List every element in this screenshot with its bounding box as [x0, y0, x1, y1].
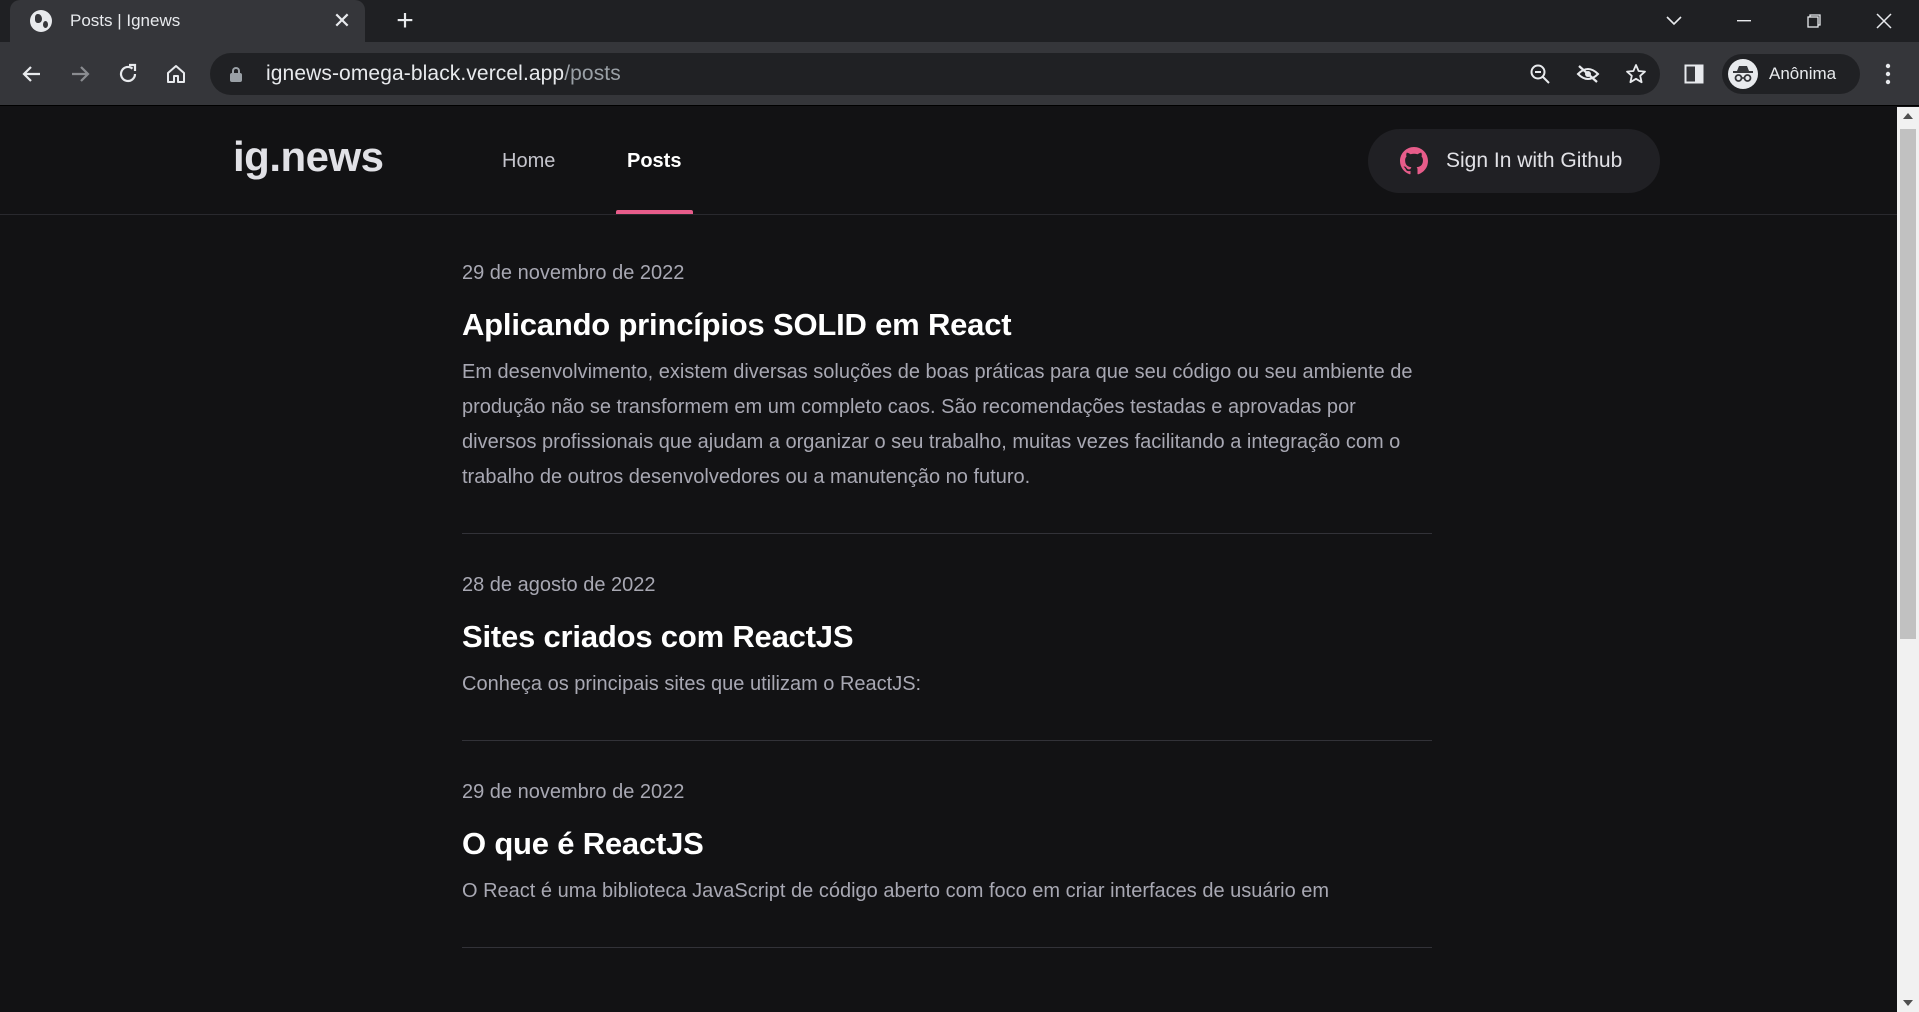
vertical-scrollbar[interactable] [1897, 107, 1919, 1012]
post-item[interactable]: 29 de novembro de 2022 Aplicando princíp… [462, 217, 1432, 534]
profile-label: Anônima [1769, 64, 1837, 83]
address-bar[interactable]: ignews-omega-black.vercel.app/posts [210, 53, 1660, 95]
post-item[interactable]: 29 de novembro de 2022 O que é ReactJS O… [462, 741, 1432, 948]
site-header: ig.news Home Posts Sign In with Github [0, 107, 1897, 215]
more-menu-icon[interactable] [1870, 56, 1906, 92]
nav-link-posts[interactable]: Posts [627, 107, 681, 215]
minimize-icon[interactable] [1709, 0, 1779, 42]
scroll-down-arrow-icon[interactable] [1903, 1000, 1913, 1006]
close-tab-icon[interactable]: ✕ [327, 6, 357, 36]
restore-icon[interactable] [1779, 0, 1849, 42]
url-host: ignews-omega-black.vercel.app [266, 62, 565, 85]
post-title[interactable]: Sites criados com ReactJS [462, 619, 1432, 655]
url-text[interactable]: ignews-omega-black.vercel.app/posts [266, 62, 621, 86]
address-bar-actions [1516, 53, 1660, 95]
browser-toolbar: ignews-omega-black.vercel.app/posts Anôn… [0, 42, 1919, 106]
browser-tab[interactable]: Posts | Ignews ✕ [10, 0, 365, 42]
side-panel-icon[interactable] [1676, 56, 1712, 92]
sign-in-github-button[interactable]: Sign In with Github [1368, 129, 1660, 193]
nav-link-home[interactable]: Home [502, 107, 555, 215]
profile-button[interactable]: Anônima [1722, 54, 1860, 94]
post-excerpt: Em desenvolvimento, existem diversas sol… [462, 361, 1413, 488]
site-logo[interactable]: ig.news [233, 133, 384, 181]
bookmark-star-icon[interactable] [1612, 53, 1660, 95]
scroll-thumb[interactable] [1900, 129, 1916, 639]
reload-icon[interactable] [110, 56, 146, 92]
window-controls [1639, 0, 1919, 42]
github-icon [1400, 147, 1428, 175]
browser-tabstrip: Posts | Ignews ✕ + [0, 0, 1919, 42]
active-nav-indicator [616, 210, 693, 214]
forward-arrow-icon[interactable] [62, 56, 98, 92]
post-title[interactable]: O que é ReactJS [462, 826, 1432, 862]
back-arrow-icon[interactable] [14, 56, 50, 92]
lock-icon[interactable] [230, 67, 242, 82]
post-date: 29 de novembro de 2022 [462, 781, 685, 803]
close-window-icon[interactable] [1849, 0, 1919, 42]
post-excerpt: O React é uma biblioteca JavaScript de c… [462, 880, 1330, 902]
eye-off-icon[interactable] [1564, 53, 1612, 95]
home-icon[interactable] [158, 56, 194, 92]
globe-icon [30, 10, 52, 32]
post-title[interactable]: Aplicando princípios SOLID em React [462, 307, 1432, 343]
posts-list: 29 de novembro de 2022 Aplicando princíp… [462, 217, 1432, 948]
zoom-out-icon[interactable] [1516, 53, 1564, 95]
post-item[interactable]: 28 de agosto de 2022 Sites criados com R… [462, 534, 1432, 741]
new-tab-button[interactable]: + [387, 4, 423, 37]
post-date: 28 de agosto de 2022 [462, 574, 656, 596]
post-excerpt: Conheça os principais sites que utilizam… [462, 673, 922, 695]
url-path: /posts [564, 62, 621, 85]
sign-in-label: Sign In with Github [1446, 149, 1623, 172]
incognito-icon [1728, 59, 1758, 89]
post-date: 29 de novembro de 2022 [462, 262, 685, 284]
scroll-up-arrow-icon[interactable] [1903, 113, 1913, 119]
tab-search-icon[interactable] [1639, 0, 1709, 42]
tab-title: Posts | Ignews [70, 11, 181, 30]
page-viewport: ig.news Home Posts Sign In with Github 2… [0, 107, 1897, 1012]
